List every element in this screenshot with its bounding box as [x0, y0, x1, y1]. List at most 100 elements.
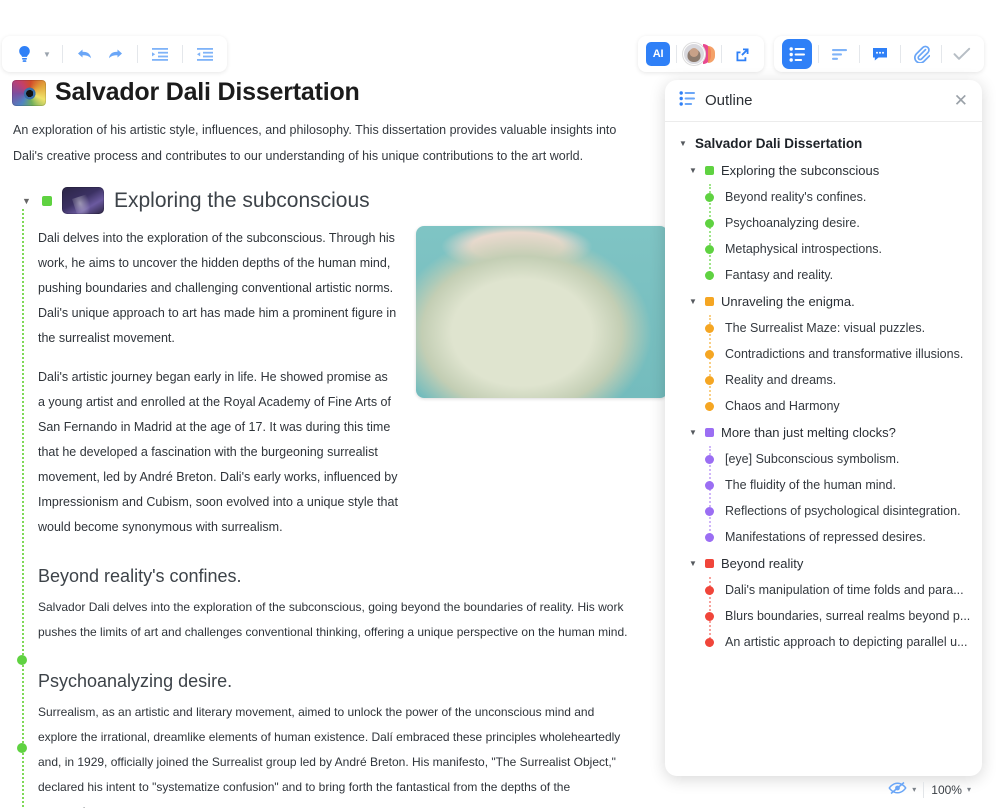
- outline-item-bullet: [705, 480, 714, 490]
- ai-button[interactable]: AI: [646, 42, 670, 66]
- chevron-down-icon[interactable]: ▼: [689, 559, 698, 568]
- outline-group-header[interactable]: ▼ More than just melting clocks?: [665, 419, 982, 446]
- increase-indent-icon[interactable]: [146, 40, 174, 68]
- attachment-icon[interactable]: [907, 40, 935, 68]
- close-icon[interactable]: ✕: [954, 92, 968, 109]
- outline-item-label: Reflections of psychological disintegrat…: [725, 504, 961, 518]
- section-gutter-line: [22, 209, 24, 808]
- outline-item[interactable]: Contradictions and transformative illusi…: [665, 341, 982, 367]
- outline-group-label: Unraveling the enigma.: [721, 294, 855, 309]
- outline-item[interactable]: Metaphysical introspections.: [665, 236, 982, 262]
- outline-item[interactable]: The fluidity of the human mind.: [665, 472, 982, 498]
- zoom-caret-icon[interactable]: ▾: [967, 785, 971, 794]
- section-color-marker: [42, 195, 52, 206]
- outline-item-bullet: [705, 611, 714, 621]
- outline-item[interactable]: Reality and dreams.: [665, 367, 982, 393]
- outline-tree[interactable]: ▼ Salvador Dali Dissertation ▼ Exploring…: [665, 122, 982, 776]
- anatomical-head-photo[interactable]: [416, 226, 668, 398]
- editor-toolbar-right: AI: [638, 36, 984, 72]
- outline-group-color-marker: [705, 166, 714, 175]
- outline-item-bullet: [705, 323, 714, 333]
- outline-item[interactable]: An artistic approach to depicting parall…: [665, 629, 982, 655]
- chevron-down-icon[interactable]: ▼: [679, 139, 688, 148]
- smart-suggestion-caret-icon[interactable]: ▼: [40, 40, 54, 68]
- outline-group-color-marker: [705, 297, 714, 306]
- outline-item[interactable]: [eye] Subconscious symbolism.: [665, 446, 982, 472]
- view-mode-caret-icon[interactable]: ▾: [912, 785, 916, 794]
- subsection-body[interactable]: Salvador Dali delves into the exploratio…: [38, 595, 636, 645]
- editor-toolbar-left: ▼: [2, 36, 227, 72]
- outline-item-bullet: [705, 401, 714, 411]
- section-thumbnail-image[interactable]: [62, 187, 104, 214]
- chevron-down-icon[interactable]: ▼: [689, 428, 698, 437]
- outline-item[interactable]: Chaos and Harmony: [665, 393, 982, 419]
- status-bar: ▾ 100% ▾: [881, 779, 978, 800]
- outline-item-bullet: [705, 506, 714, 516]
- undo-icon[interactable]: [71, 40, 99, 68]
- redo-icon[interactable]: [101, 40, 129, 68]
- view-mode-control[interactable]: ▾: [881, 779, 923, 800]
- outline-group-header[interactable]: ▼ Exploring the subconscious: [665, 157, 982, 184]
- avatar: [683, 43, 705, 65]
- chevron-down-icon[interactable]: ▼: [689, 297, 698, 306]
- chevron-down-icon[interactable]: ▼: [689, 166, 698, 175]
- outline-item-bullet: [705, 218, 714, 228]
- outline-root-item[interactable]: ▼ Salvador Dali Dissertation: [665, 130, 982, 157]
- smart-suggestion-icon[interactable]: [10, 40, 38, 68]
- collaborators-avatars[interactable]: [683, 43, 715, 65]
- section-text-column: Dali delves into the exploration of the …: [38, 226, 398, 540]
- zoom-level-label: 100%: [931, 782, 962, 797]
- outline-item-label: Blurs boundaries, surreal realms beyond …: [725, 609, 971, 623]
- outline-item[interactable]: Manifestations of repressed desires.: [665, 524, 982, 550]
- toolbar-divider: [941, 45, 942, 63]
- section-collapse-caret-icon[interactable]: ▼: [22, 196, 32, 206]
- toolbar-divider: [182, 45, 183, 63]
- outline-group-header[interactable]: ▼ Unraveling the enigma.: [665, 288, 982, 315]
- toolbar-divider: [900, 45, 901, 63]
- check-icon[interactable]: [948, 40, 976, 68]
- app-window: ▼ AI Salvador Dali Dissertation An explo…: [0, 0, 996, 808]
- outline-item-bullet: [705, 637, 714, 647]
- eye-emoji-icon[interactable]: [12, 79, 46, 106]
- toolbar-divider: [818, 45, 819, 63]
- outline-group: ▼ More than just melting clocks? [eye] S…: [665, 419, 982, 550]
- outline-group-header[interactable]: ▼ Beyond reality: [665, 550, 982, 577]
- page-title[interactable]: Salvador Dali Dissertation: [55, 78, 360, 107]
- comment-icon[interactable]: [866, 40, 894, 68]
- outline-item[interactable]: Beyond reality's confines.: [665, 184, 982, 210]
- paragraph[interactable]: Dali delves into the exploration of the …: [38, 226, 398, 351]
- eye-view-icon: [888, 781, 907, 798]
- outline-item-label: Chaos and Harmony: [725, 399, 840, 413]
- zoom-control[interactable]: 100% ▾: [924, 781, 978, 799]
- outline-group-color-marker: [705, 559, 714, 568]
- toolbar-divider: [62, 45, 63, 63]
- outline-item-label: The Surrealist Maze: visual puzzles.: [725, 321, 926, 335]
- outline-item[interactable]: The Surrealist Maze: visual puzzles.: [665, 315, 982, 341]
- outline-panel-header: Outline ✕: [665, 80, 982, 122]
- subsection-body[interactable]: Surrealism, as an artistic and literary …: [38, 700, 636, 808]
- outline-item[interactable]: Fantasy and reality.: [665, 262, 982, 288]
- document-subtitle[interactable]: An exploration of his artistic style, in…: [13, 117, 638, 169]
- outline-item-label: Psychoanalyzing desire.: [725, 216, 860, 230]
- paragraph-format-icon[interactable]: [825, 40, 853, 68]
- outline-item[interactable]: Blurs boundaries, surreal realms beyond …: [665, 603, 982, 629]
- outline-toggle-button[interactable]: [782, 39, 812, 69]
- outline-group-label: More than just melting clocks?: [721, 425, 896, 440]
- outline-item-label: [eye] Subconscious symbolism.: [725, 452, 900, 466]
- decrease-indent-icon[interactable]: [191, 40, 219, 68]
- outline-item-label: Dali's manipulation of time folds and pa…: [725, 583, 964, 597]
- section-heading[interactable]: Exploring the subconscious: [114, 189, 370, 213]
- outline-group: ▼ Unraveling the enigma. The Surrealist …: [665, 288, 982, 419]
- outline-item-bullet: [705, 349, 714, 359]
- outline-item-label: Contradictions and transformative illusi…: [725, 347, 964, 361]
- paragraph[interactable]: Dali's artistic journey began early in l…: [38, 365, 398, 540]
- toolbar-divider: [137, 45, 138, 63]
- outline-item[interactable]: Reflections of psychological disintegrat…: [665, 498, 982, 524]
- share-icon[interactable]: [728, 40, 756, 68]
- toolbar-divider: [859, 45, 860, 63]
- toolbar-divider: [676, 45, 677, 63]
- outline-item-label: Fantasy and reality.: [725, 268, 834, 282]
- outline-item[interactable]: Dali's manipulation of time folds and pa…: [665, 577, 982, 603]
- outline-item[interactable]: Psychoanalyzing desire.: [665, 210, 982, 236]
- outline-root-label: Salvador Dali Dissertation: [695, 136, 863, 151]
